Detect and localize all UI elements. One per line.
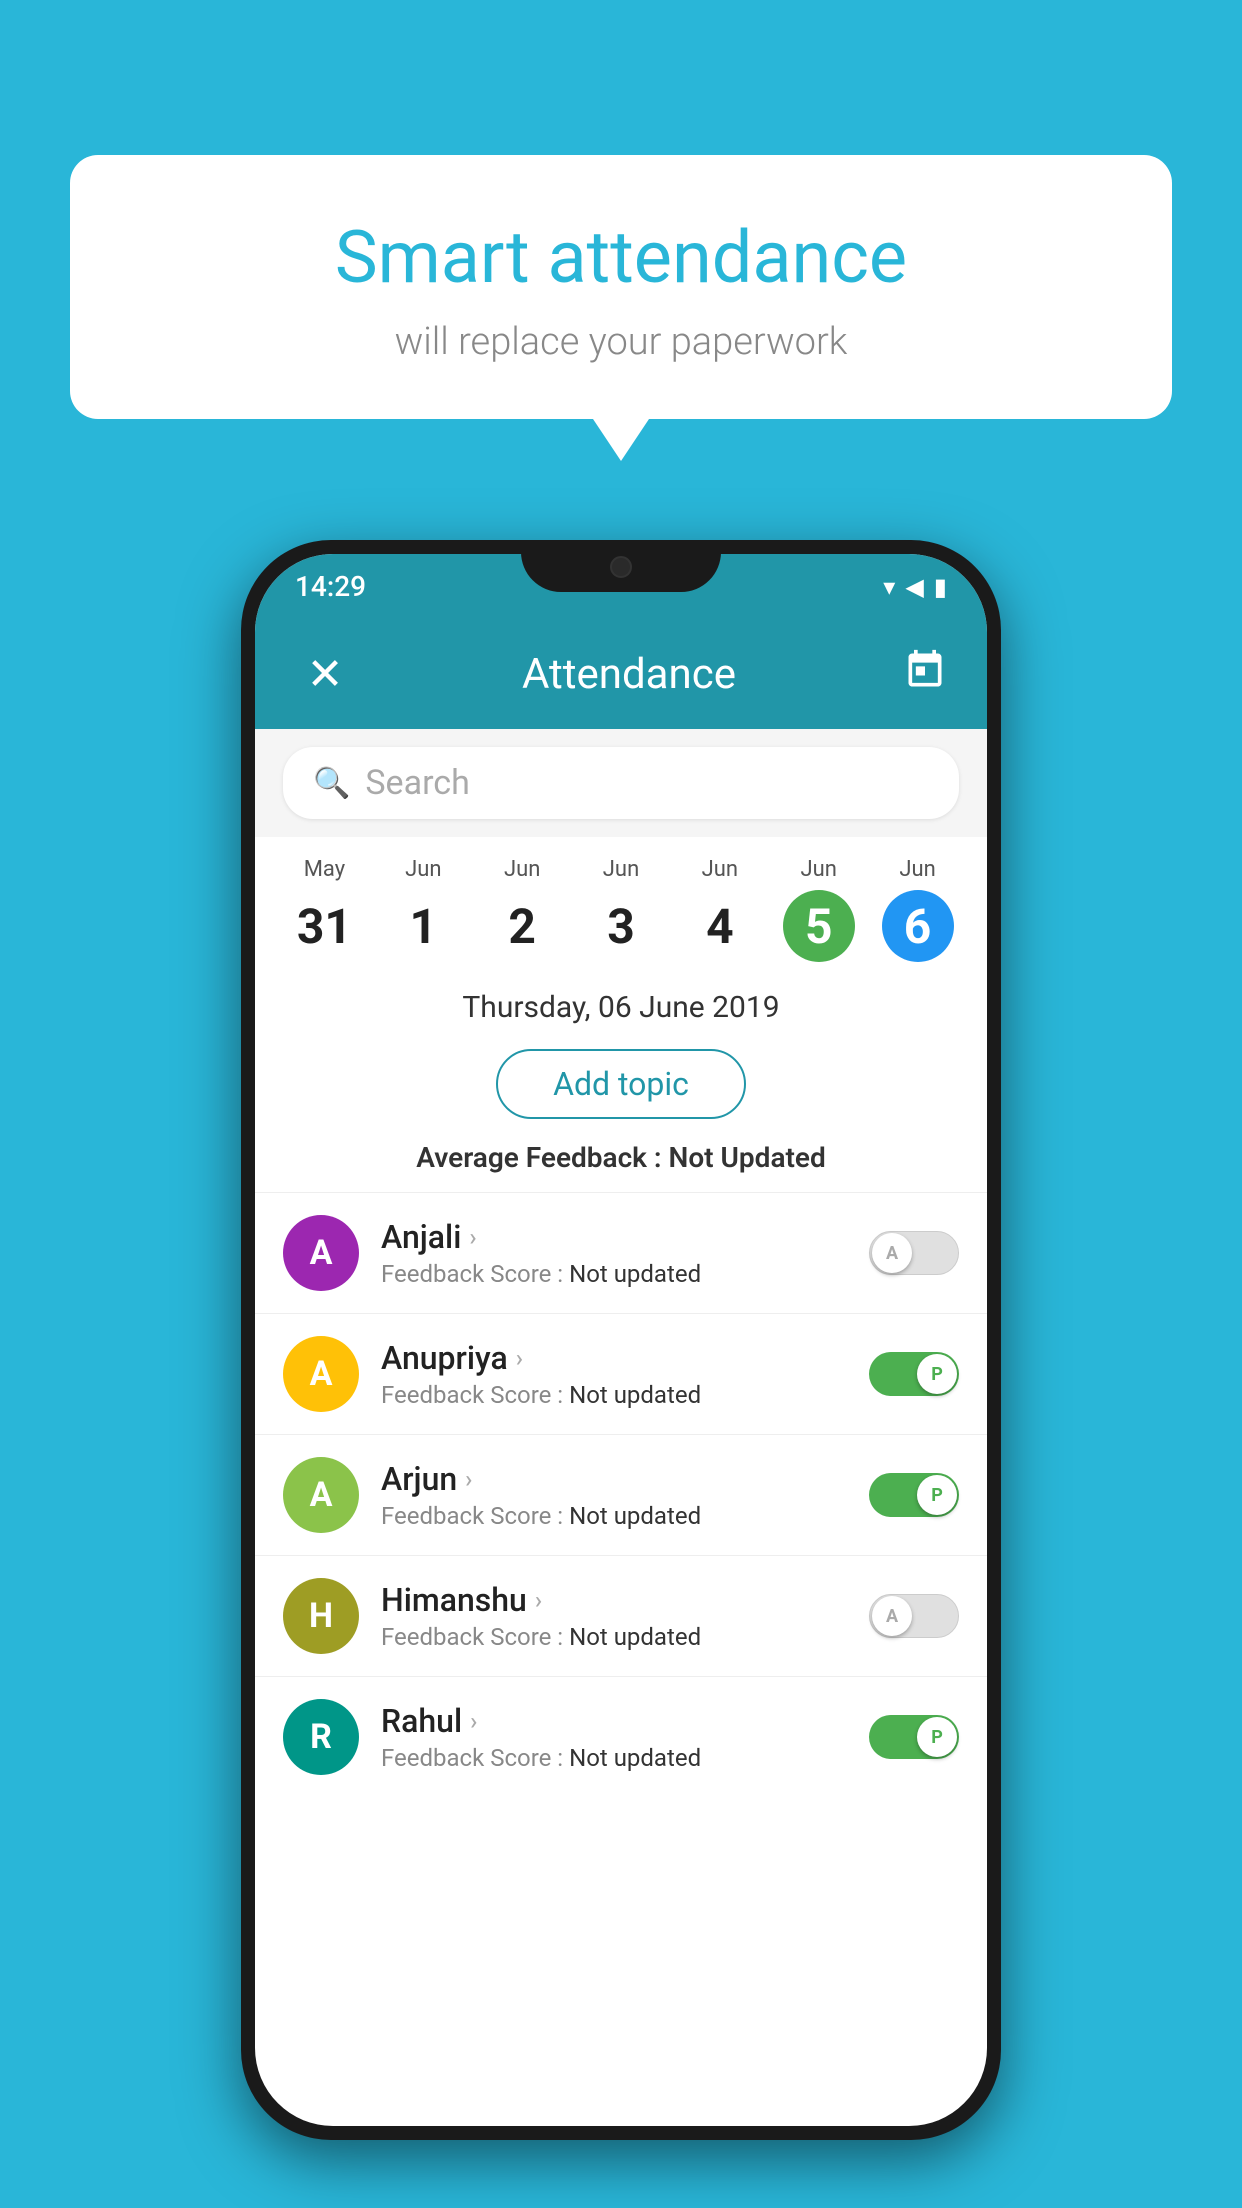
toggle-knob: A [872, 1596, 912, 1636]
student-name: Himanshu › [381, 1581, 847, 1619]
student-info: Arjun › Feedback Score : Not updated [381, 1460, 847, 1530]
attendance-toggle[interactable]: A [869, 1594, 959, 1638]
student-info: Rahul › Feedback Score : Not updated [381, 1702, 847, 1772]
phone-frame: 14:29 ▾ ◀ ▮ ✕ Attendance [241, 540, 1001, 2140]
phone-container: 14:29 ▾ ◀ ▮ ✕ Attendance [241, 540, 1001, 2140]
close-button[interactable]: ✕ [295, 648, 355, 700]
chevron-right-icon: › [470, 1707, 477, 1735]
date-column[interactable]: Jun 4 [670, 857, 769, 962]
student-avatar: A [283, 1336, 359, 1412]
date-month-label: Jun [670, 857, 769, 882]
date-month-label: May [275, 857, 374, 882]
add-topic-button[interactable]: Add topic [496, 1049, 746, 1119]
phone-screen: 14:29 ▾ ◀ ▮ ✕ Attendance [255, 554, 987, 2126]
date-column[interactable]: May 31 [275, 857, 374, 962]
attendance-toggle[interactable]: A [869, 1231, 959, 1275]
phone-notch [521, 540, 721, 592]
date-column[interactable]: Jun 6 [868, 857, 967, 962]
header-title: Attendance [522, 650, 736, 699]
student-avatar: A [283, 1457, 359, 1533]
toggle-knob: P [917, 1354, 957, 1394]
student-feedback: Feedback Score : Not updated [381, 1260, 847, 1288]
chevron-right-icon: › [465, 1465, 472, 1493]
selected-date-info: Thursday, 06 June 2019 [255, 972, 987, 1035]
speech-bubble-title: Smart attendance [120, 215, 1122, 300]
student-feedback: Feedback Score : Not updated [381, 1744, 847, 1772]
speech-bubble-container: Smart attendance will replace your paper… [70, 155, 1172, 419]
date-day-label: 31 [288, 890, 360, 962]
date-day-label: 4 [684, 890, 756, 962]
app-header: ✕ Attendance [255, 619, 987, 729]
student-name: Anjali › [381, 1218, 847, 1256]
student-row[interactable]: A Arjun › Feedback Score : Not updated P [255, 1434, 987, 1555]
chevron-right-icon: › [535, 1586, 542, 1614]
speech-bubble-subtitle: will replace your paperwork [120, 320, 1122, 364]
date-day-label: 2 [486, 890, 558, 962]
attendance-toggle[interactable]: P [869, 1473, 959, 1517]
toggle-knob: P [917, 1475, 957, 1515]
date-day-label: 1 [387, 890, 459, 962]
phone-camera [610, 556, 632, 578]
avg-feedback-label: Average Feedback : [416, 1141, 668, 1174]
student-feedback: Feedback Score : Not updated [381, 1623, 847, 1651]
selected-date-text: Thursday, 06 June 2019 [275, 990, 967, 1025]
attendance-toggle[interactable]: P [869, 1352, 959, 1396]
student-row[interactable]: H Himanshu › Feedback Score : Not updated A [255, 1555, 987, 1676]
student-row[interactable]: R Rahul › Feedback Score : Not updated P [255, 1676, 987, 1797]
status-time: 14:29 [295, 570, 366, 603]
student-avatar: R [283, 1699, 359, 1775]
avg-feedback-value: Not Updated [669, 1141, 826, 1174]
calendar-button[interactable] [903, 648, 947, 701]
student-name: Arjun › [381, 1460, 847, 1498]
date-day-label: 3 [585, 890, 657, 962]
date-month-label: Jun [473, 857, 572, 882]
student-avatar: H [283, 1578, 359, 1654]
attendance-toggle[interactable]: P [869, 1715, 959, 1759]
search-placeholder: Search [365, 763, 469, 803]
toggle-knob: A [872, 1233, 912, 1273]
student-row[interactable]: A Anjali › Feedback Score : Not updated A [255, 1192, 987, 1313]
app-content: 🔍 Search May 31 Jun 1 Jun 2 Jun 3 Jun 4 Jun 5 Jun 6 T… [255, 729, 987, 1797]
date-column[interactable]: Jun 3 [572, 857, 671, 962]
add-topic-container: Add topic [255, 1035, 987, 1133]
student-feedback: Feedback Score : Not updated [381, 1381, 847, 1409]
student-list: AAnjali ›Feedback Score : Not updatedAAA… [255, 1192, 987, 1797]
date-column[interactable]: Jun 5 [769, 857, 868, 962]
wifi-icon: ▾ [883, 573, 895, 601]
student-info: Himanshu › Feedback Score : Not updated [381, 1581, 847, 1651]
date-day-label: 6 [882, 890, 954, 962]
signal-icon: ◀ [905, 573, 923, 601]
status-icons: ▾ ◀ ▮ [883, 573, 947, 601]
date-column[interactable]: Jun 2 [473, 857, 572, 962]
student-info: Anjali › Feedback Score : Not updated [381, 1218, 847, 1288]
search-icon: 🔍 [313, 766, 350, 801]
chevron-right-icon: › [516, 1344, 523, 1372]
student-name: Rahul › [381, 1702, 847, 1740]
date-month-label: Jun [769, 857, 868, 882]
chevron-right-icon: › [469, 1223, 476, 1251]
search-bar[interactable]: 🔍 Search [283, 747, 959, 819]
date-column[interactable]: Jun 1 [374, 857, 473, 962]
date-scroller: May 31 Jun 1 Jun 2 Jun 3 Jun 4 Jun 5 Jun 6 [255, 837, 987, 972]
speech-bubble: Smart attendance will replace your paper… [70, 155, 1172, 419]
avg-feedback: Average Feedback : Not Updated [255, 1133, 987, 1192]
student-info: Anupriya › Feedback Score : Not updated [381, 1339, 847, 1409]
student-name: Anupriya › [381, 1339, 847, 1377]
toggle-knob: P [917, 1717, 957, 1757]
date-month-label: Jun [572, 857, 671, 882]
date-day-label: 5 [783, 890, 855, 962]
battery-icon: ▮ [934, 573, 947, 601]
date-month-label: Jun [374, 857, 473, 882]
student-avatar: A [283, 1215, 359, 1291]
student-row[interactable]: A Anupriya › Feedback Score : Not updated P [255, 1313, 987, 1434]
search-container: 🔍 Search [255, 729, 987, 837]
student-feedback: Feedback Score : Not updated [381, 1502, 847, 1530]
date-month-label: Jun [868, 857, 967, 882]
